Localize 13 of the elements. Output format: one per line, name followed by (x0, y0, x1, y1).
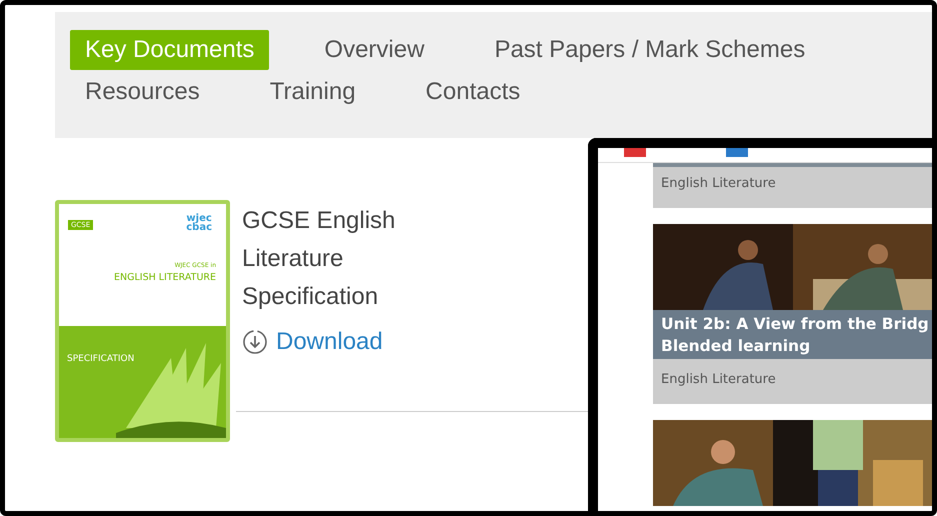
cover-title: ENGLISH LITERATURE (114, 272, 216, 283)
download-link[interactable]: Download (242, 328, 383, 356)
nav-tab[interactable]: Overview (309, 30, 440, 70)
nav-tab[interactable]: Contacts (410, 72, 536, 112)
cover-label: SPECIFICATION (67, 354, 134, 364)
nav-tab[interactable]: Past Papers / Mark Schemes (479, 30, 820, 70)
cover-logo: wjec cbac (186, 214, 212, 232)
nav-tab[interactable]: Resources (70, 72, 215, 112)
card-subject: English Literature (653, 163, 932, 208)
nav-tab[interactable]: Training (254, 72, 371, 112)
card-title[interactable]: Unit 2b: A View from the Bridg Blended learning (653, 310, 932, 359)
card-subject: English Literature (653, 359, 932, 404)
document-title: GCSE English Literature Specification (242, 206, 396, 312)
